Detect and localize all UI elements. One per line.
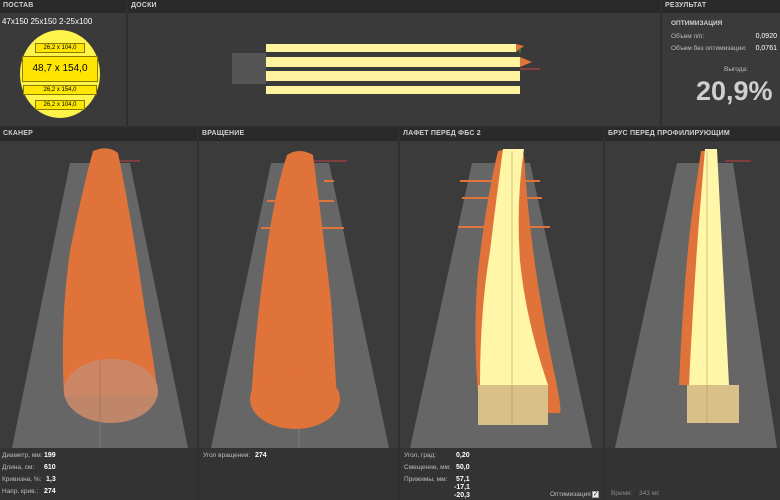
curvature-dir-label: Напр. крив.: xyxy=(2,488,39,495)
volume-noopt-value: 0,0761 xyxy=(755,45,777,52)
beam-stats: Время: 343 мс xyxy=(605,448,780,500)
clamp-label: Прижимы, мм: xyxy=(404,476,448,483)
volume-value: 0,0920 xyxy=(755,33,777,40)
block-end xyxy=(478,385,548,425)
rotation-angle-value: 274 xyxy=(255,452,267,459)
log-end xyxy=(250,369,340,429)
rotation-3d-view xyxy=(211,151,389,448)
optimization-title: ОПТИМИЗАЦИЯ xyxy=(671,20,723,27)
curvature-dir-value: 274 xyxy=(44,488,56,495)
carriage-header: ЛАФЕТ ПЕРЕД ФБС 2 xyxy=(400,128,603,141)
beam-header: БРУС ПЕРЕД ПРОФИЛИРУЮЩИМ xyxy=(605,128,780,141)
board-strip xyxy=(266,71,520,81)
board-strip xyxy=(266,57,520,67)
curvature-value: 1,3 xyxy=(46,476,56,483)
scanner-view: СКАНЕР xyxy=(0,128,197,448)
rotation-view: ВРАЩЕНИЕ xyxy=(199,128,398,448)
clamp-value: -20,3 xyxy=(454,492,470,499)
length-value: 610 xyxy=(44,464,56,471)
angle-value: 0,20 xyxy=(456,452,470,459)
volume-label: Объем п/п: xyxy=(671,33,705,40)
time-label: Время: xyxy=(611,490,633,497)
volume-noopt-label: Объем без оптимизации: xyxy=(671,45,747,52)
carriage-stats: Угол, град: 0,20 Смещение, мм: 50,0 Приж… xyxy=(400,448,603,500)
gain-label: Выгода: xyxy=(724,66,748,73)
postav-scheme: 47x150 25x150 2-25x100 xyxy=(2,17,93,26)
board-label: 26,2 x 154,0 xyxy=(23,85,97,95)
doski-header: ДОСКИ xyxy=(128,0,660,13)
result-header: РЕЗУЛЬТАТ xyxy=(662,0,780,13)
beam-end xyxy=(687,385,739,423)
shift-label: Смещение, мм: xyxy=(404,464,451,471)
boards-view xyxy=(232,44,540,94)
rotation-header: ВРАЩЕНИЕ xyxy=(199,128,398,141)
clamp-value: 57,1 xyxy=(456,476,470,483)
carriage-view: ЛАФЕТ ПЕРЕД ФБС 2 xyxy=(400,128,603,448)
scanner-stats: Диаметр, мм: 199 Длина, см: 610 Кривизна… xyxy=(0,448,197,500)
rotation-angle-label: Угол вращения: xyxy=(203,452,251,459)
result-panel: РЕЗУЛЬТАТ ОПТИМИЗАЦИЯ Объем п/п: 0,0920 … xyxy=(662,0,780,126)
optimization-checkbox[interactable]: ✓ xyxy=(592,491,599,498)
scanner-3d-view xyxy=(12,148,188,448)
scanner-header: СКАНЕР xyxy=(0,128,197,141)
carriage-3d-view xyxy=(410,149,592,448)
board-edge xyxy=(520,57,532,67)
doski-panel: ДОСКИ xyxy=(128,0,660,126)
gain-value: 20,9% xyxy=(696,76,773,106)
length-label: Длина, см: xyxy=(2,464,35,471)
optimization-label: Оптимизация xyxy=(550,491,591,498)
angle-label: Угол, град: xyxy=(404,452,437,459)
clamp-value: -17,1 xyxy=(454,484,470,491)
beam-view: БРУС ПЕРЕД ПРОФИЛИРУЮЩИМ xyxy=(605,128,780,448)
postav-panel: ПОСТАВ 47x150 25x150 2-25x100 26,2 x 104… xyxy=(0,0,126,126)
board-label: 48,7 x 154,0 xyxy=(22,56,98,82)
board-strip xyxy=(266,86,520,94)
time-value: 343 мс xyxy=(639,490,660,497)
rotation-stats: Угол вращения: 274 xyxy=(199,448,398,500)
beam-3d-view xyxy=(615,149,777,448)
board-label: 26,2 x 104,0 xyxy=(35,100,85,110)
shift-value: 50,0 xyxy=(456,464,470,471)
log-end xyxy=(64,359,158,423)
board-strip xyxy=(266,44,516,52)
feed-block xyxy=(232,53,266,84)
postav-header: ПОСТАВ xyxy=(0,0,126,13)
diameter-label: Диаметр, мм: xyxy=(2,452,43,459)
diameter-value: 199 xyxy=(44,452,56,459)
curvature-label: Кривизна, %: xyxy=(2,476,42,483)
board-label: 26,2 x 104,0 xyxy=(35,43,85,53)
